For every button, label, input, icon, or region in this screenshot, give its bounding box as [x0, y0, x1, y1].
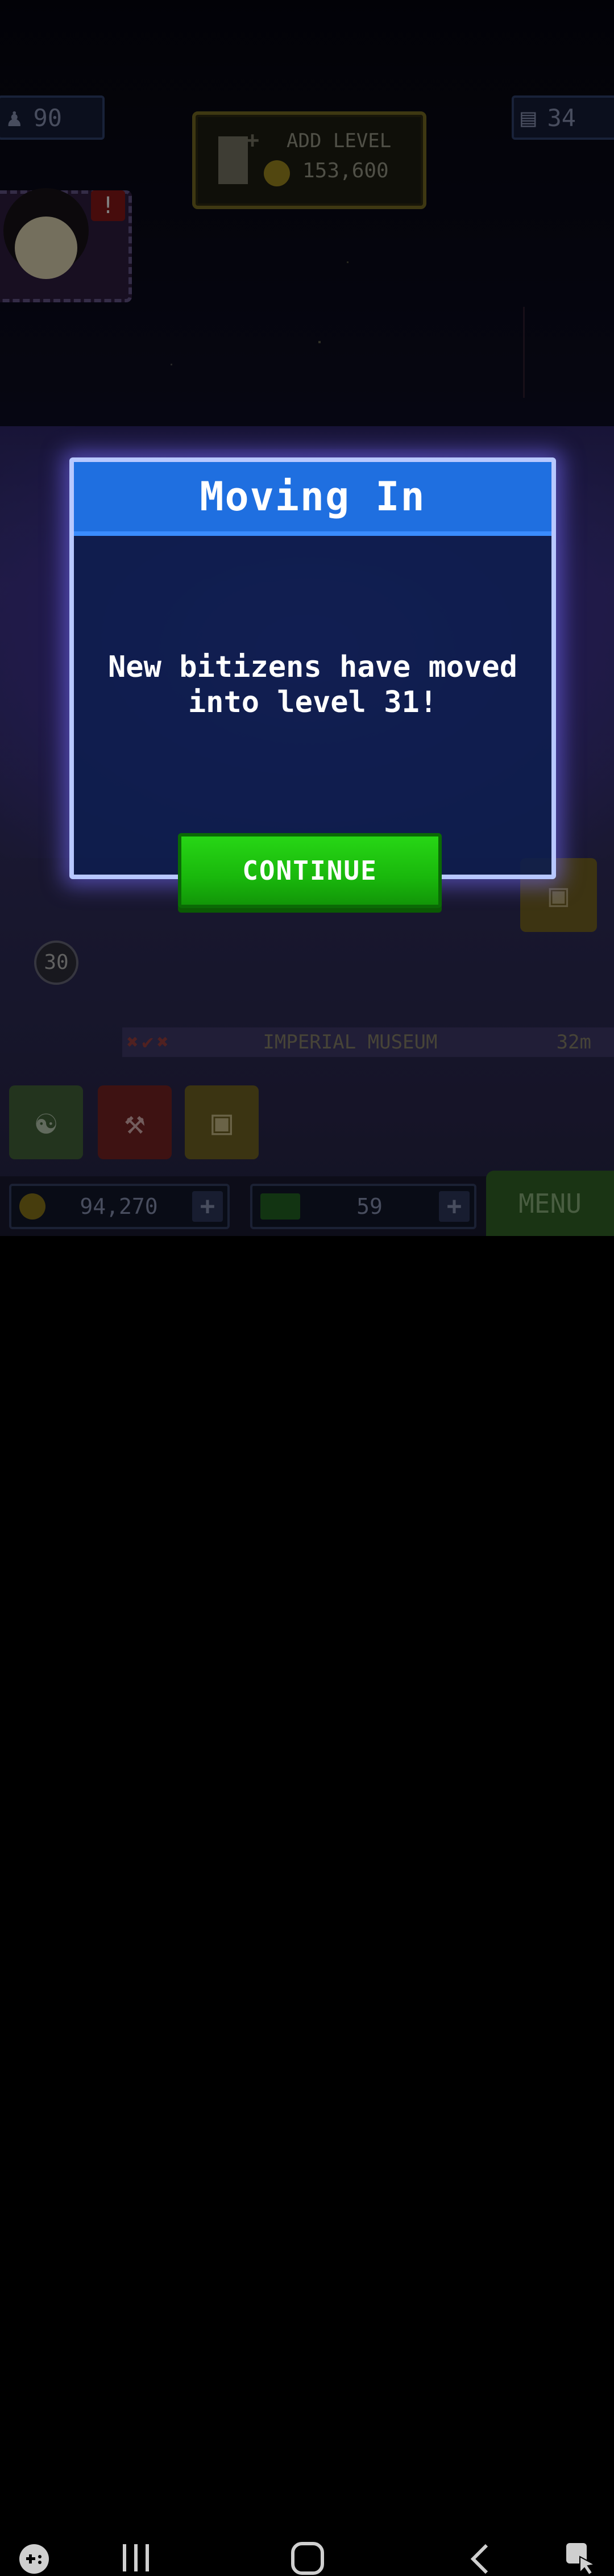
screen-touch-icon[interactable]	[563, 2540, 599, 2576]
dialog-header: Moving In	[74, 462, 551, 536]
dialog-title: Moving In	[200, 473, 426, 520]
moving-in-dialog: Moving In New bitizens have moved into l…	[69, 457, 556, 879]
system-navigation-bar	[0, 1236, 614, 2576]
continue-button[interactable]: CONTINUE	[178, 833, 442, 908]
back-icon[interactable]	[466, 2542, 495, 2576]
game-view: ♟ 90 ▤ 34 + ADD LEVEL 153,600 ! ▣ 30 ✖✔✖…	[0, 0, 614, 1236]
home-icon[interactable]	[290, 2541, 325, 2576]
game-launcher-icon[interactable]	[17, 2542, 51, 2576]
dialog-message: New bitizens have moved into level 31!	[107, 650, 518, 719]
recent-apps-icon[interactable]	[119, 2542, 154, 2574]
